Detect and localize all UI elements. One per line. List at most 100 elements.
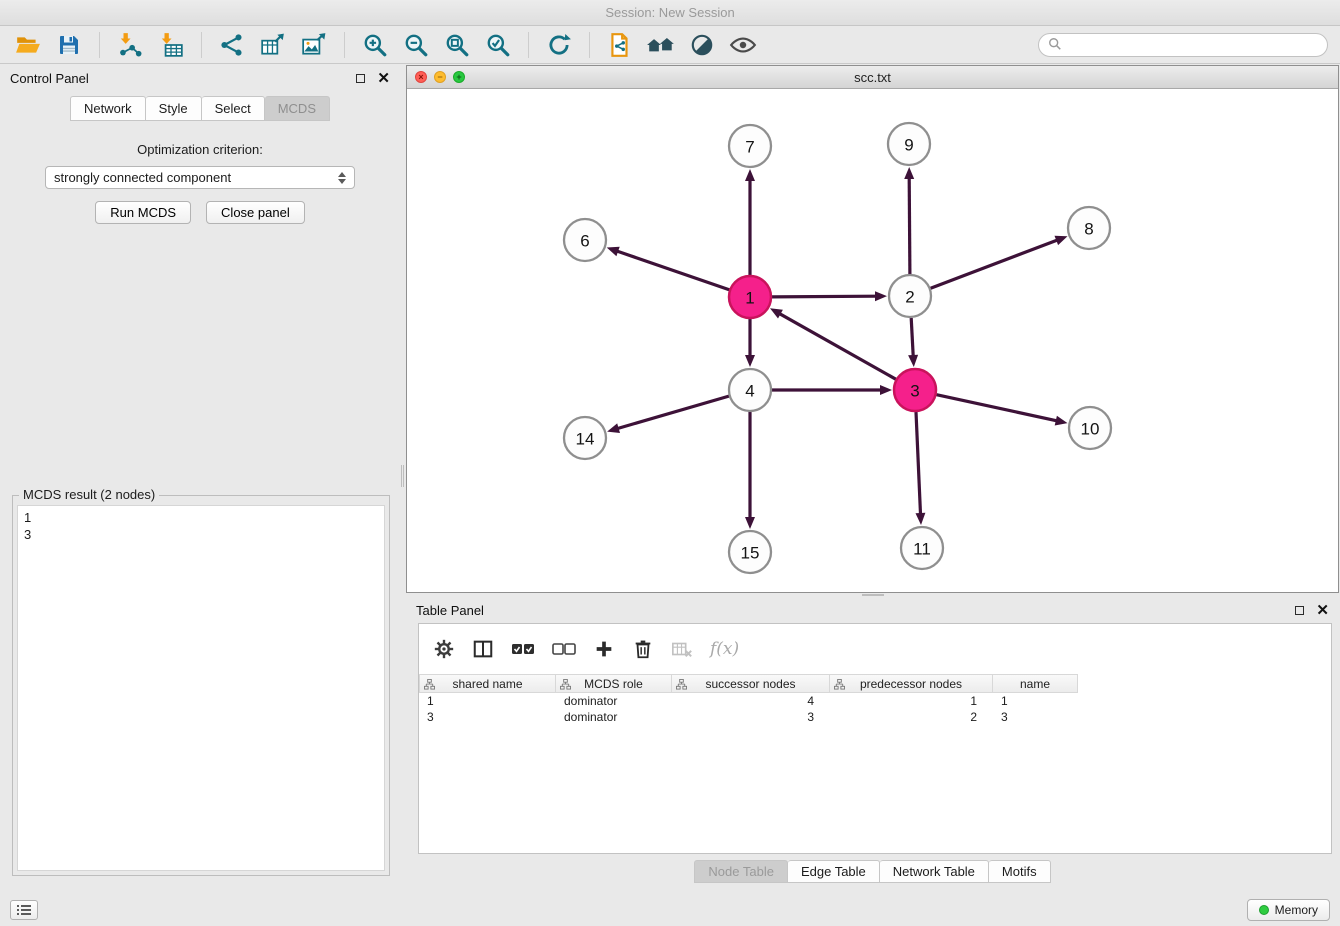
import-network-icon[interactable]: [114, 30, 146, 60]
minimize-window-icon[interactable]: −: [434, 71, 446, 83]
graph-edge-4-14[interactable]: [618, 396, 729, 428]
dropdown-stepper-icon: [338, 172, 346, 184]
add-row-icon[interactable]: [593, 638, 615, 660]
tab-select[interactable]: Select: [202, 96, 265, 121]
cell-predecessor-nodes[interactable]: 1: [830, 693, 993, 709]
close-panel-icon[interactable]: ✕: [377, 71, 390, 86]
toggle-columns-icon[interactable]: [472, 638, 494, 660]
graph-edge-2-8[interactable]: [931, 240, 1058, 288]
maximize-window-icon[interactable]: +: [453, 71, 465, 83]
column-header-name[interactable]: name: [993, 674, 1078, 693]
column-header-successor-nodes[interactable]: successor nodes: [672, 674, 830, 693]
float-table-panel-icon[interactable]: [1295, 606, 1304, 615]
open-file-icon[interactable]: [12, 30, 44, 60]
cell-shared-name[interactable]: 3: [419, 709, 556, 725]
settings-gear-icon[interactable]: [433, 638, 455, 660]
graph-edge-1-6[interactable]: [617, 251, 729, 290]
copy-network-icon[interactable]: [604, 30, 636, 60]
tab-motifs[interactable]: Motifs: [989, 860, 1051, 883]
column-header-mcds-role[interactable]: MCDS role: [556, 674, 672, 693]
export-network-icon[interactable]: [216, 30, 248, 60]
cell-mcds-role[interactable]: dominator: [556, 693, 672, 709]
graph-edge-2-9[interactable]: [909, 178, 910, 274]
run-mcds-button[interactable]: Run MCDS: [95, 201, 191, 224]
graph-node-15[interactable]: 15: [729, 531, 771, 573]
tree-icon: [424, 679, 435, 693]
zoom-out-icon[interactable]: [400, 30, 432, 60]
graph-node-2[interactable]: 2: [889, 275, 931, 317]
table-row[interactable]: 3 dominator 3 2 3: [419, 709, 1331, 725]
close-window-icon[interactable]: ×: [415, 71, 427, 83]
tab-network-table[interactable]: Network Table: [880, 860, 989, 883]
memory-label: Memory: [1275, 903, 1318, 917]
graph-edge-2-3[interactable]: [911, 318, 913, 356]
first-neighbors-icon[interactable]: [645, 30, 677, 60]
toolbar-separator: [589, 32, 590, 58]
graph-node-1[interactable]: 1: [729, 276, 771, 318]
criterion-dropdown[interactable]: strongly connected component: [45, 166, 355, 189]
network-window-titlebar: scc.txt × − +: [407, 66, 1338, 89]
svg-text:2: 2: [905, 288, 914, 307]
apply-preferred-layout-icon[interactable]: [543, 30, 575, 60]
graph-edge-3-11[interactable]: [916, 412, 921, 514]
tab-style[interactable]: Style: [146, 96, 202, 121]
export-image-icon[interactable]: [298, 30, 330, 60]
tab-mcds[interactable]: MCDS: [265, 96, 330, 121]
cell-name[interactable]: 1: [993, 693, 1078, 709]
graph-node-11[interactable]: 11: [901, 527, 943, 569]
show-hide-eye-icon[interactable]: [727, 30, 759, 60]
graph-node-10[interactable]: 10: [1069, 407, 1111, 449]
graph-edge-3-1[interactable]: [780, 314, 896, 380]
graph-node-6[interactable]: 6: [564, 219, 606, 261]
svg-text:15: 15: [741, 544, 760, 563]
cell-mcds-role[interactable]: dominator: [556, 709, 672, 725]
svg-text:11: 11: [913, 540, 931, 559]
style-contrast-icon[interactable]: [686, 30, 718, 60]
graph-node-9[interactable]: 9: [888, 123, 930, 165]
graph-edge-arrowhead: [607, 423, 620, 433]
search-input[interactable]: [1068, 38, 1318, 53]
tab-node-table[interactable]: Node Table: [694, 860, 788, 883]
graph-node-7[interactable]: 7: [729, 125, 771, 167]
tab-edge-table[interactable]: Edge Table: [788, 860, 880, 883]
close-table-panel-icon[interactable]: ✕: [1316, 603, 1329, 618]
mcds-result-list[interactable]: 1 3: [17, 505, 385, 871]
graph-edge-arrowhead: [745, 517, 755, 529]
graph-node-4[interactable]: 4: [729, 369, 771, 411]
search-box[interactable]: [1038, 33, 1328, 57]
graph-node-14[interactable]: 14: [564, 417, 606, 459]
tab-network[interactable]: Network: [70, 96, 146, 121]
graph-node-8[interactable]: 8: [1068, 207, 1110, 249]
task-history-button[interactable]: [10, 900, 38, 920]
float-panel-icon[interactable]: [356, 74, 365, 83]
save-session-icon[interactable]: [53, 30, 85, 60]
tree-icon: [834, 679, 845, 693]
column-header-predecessor-nodes[interactable]: predecessor nodes: [830, 674, 993, 693]
graph-edge-arrowhead: [904, 167, 914, 179]
delete-row-icon[interactable]: [632, 638, 654, 660]
cell-successor-nodes[interactable]: 4: [672, 693, 830, 709]
zoom-selected-icon[interactable]: [482, 30, 514, 60]
zoom-fit-icon[interactable]: [441, 30, 473, 60]
status-bar: Memory: [0, 893, 1340, 926]
table-row[interactable]: 1 dominator 4 1 1: [419, 693, 1331, 709]
import-table-icon[interactable]: [155, 30, 187, 60]
deselect-all-icon[interactable]: [552, 641, 576, 657]
network-canvas[interactable]: 7 9 6 8 1 2 4 3 14 10 15 11: [407, 89, 1338, 592]
cell-shared-name[interactable]: 1: [419, 693, 556, 709]
cell-predecessor-nodes[interactable]: 2: [830, 709, 993, 725]
memory-button[interactable]: Memory: [1247, 899, 1330, 921]
graph-node-3[interactable]: 3: [894, 369, 936, 411]
toolbar-separator: [99, 32, 100, 58]
zoom-in-icon[interactable]: [359, 30, 391, 60]
graph-edge-3-10[interactable]: [937, 395, 1057, 421]
cell-successor-nodes[interactable]: 3: [672, 709, 830, 725]
export-table-icon[interactable]: [257, 30, 289, 60]
close-panel-button[interactable]: Close panel: [206, 201, 305, 224]
column-header-shared-name[interactable]: shared name: [419, 674, 556, 693]
select-all-icon[interactable]: [511, 641, 535, 657]
graph-edge-1-2[interactable]: [772, 296, 876, 297]
table-panel-tabs: Node Table Edge Table Network Table Moti…: [406, 860, 1339, 883]
cell-name[interactable]: 3: [993, 709, 1078, 725]
criterion-dropdown-value: strongly connected component: [54, 170, 231, 185]
